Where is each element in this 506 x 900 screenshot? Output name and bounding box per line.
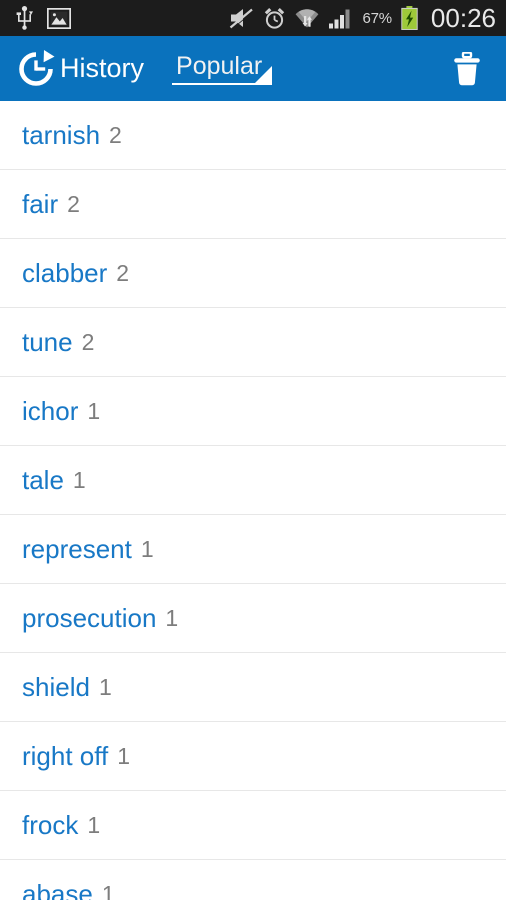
filter-spinner-popular[interactable]: Popular (172, 53, 273, 85)
list-item-count: 1 (101, 880, 115, 900)
history-list[interactable]: tarnish 2 fair 2 clabber 2 tune 2 ichor 1 tale 1 rep… (0, 101, 506, 900)
list-item-word: represent (22, 533, 132, 564)
list-item[interactable]: represent 1 (0, 515, 506, 584)
signal-bars-icon (329, 9, 350, 28)
list-item-word: tune (22, 326, 73, 357)
list-item-count: 1 (140, 535, 154, 562)
page-title: History (60, 53, 145, 83)
list-item-count: 2 (109, 121, 122, 148)
list-item-count: 2 (67, 190, 80, 217)
list-item-count: 2 (81, 328, 95, 355)
list-item[interactable]: tarnish 2 (0, 101, 506, 170)
list-item-word: right off (22, 740, 109, 771)
wifi-transfer-icon (296, 9, 319, 28)
list-item-word: ichor (22, 395, 79, 426)
list-item-word: fair (22, 188, 59, 219)
battery-charging-icon (401, 6, 418, 30)
screenshot-image-icon (47, 7, 71, 29)
list-item[interactable]: right off 1 (0, 722, 506, 791)
list-item[interactable]: tune 2 (0, 308, 506, 377)
history-restore-icon[interactable] (14, 47, 58, 91)
spinner-caret-icon (255, 65, 273, 83)
spinner-underline (172, 82, 273, 85)
status-bar-left-icons (16, 6, 71, 30)
status-bar-right-icons: 67% 00:26 (229, 5, 496, 31)
action-bar: History Popular (0, 36, 506, 101)
list-item[interactable]: abase 1 (0, 860, 506, 900)
alarm-icon (265, 7, 285, 29)
list-item-count: 1 (87, 811, 101, 838)
trash-icon (454, 51, 480, 85)
list-item[interactable]: clabber 2 (0, 239, 506, 308)
battery-percent-label: 67% (362, 9, 392, 27)
list-item[interactable]: tale 1 (0, 446, 506, 515)
list-item-word: clabber (22, 257, 108, 288)
list-item[interactable]: ichor 1 (0, 377, 506, 446)
list-item-word: abase (22, 878, 93, 900)
delete-all-button[interactable] (446, 46, 488, 92)
status-bar: 67% 00:26 (0, 0, 506, 36)
list-item[interactable]: prosecution 1 (0, 584, 506, 653)
list-item-count: 1 (72, 466, 86, 493)
list-item[interactable]: fair 2 (0, 170, 506, 239)
clock-label: 00:26 (430, 3, 496, 33)
mute-icon (230, 8, 255, 29)
list-item-word: tarnish (22, 119, 101, 150)
list-item[interactable]: frock 1 (0, 791, 506, 860)
app-screen: 67% 00:26 History Popular tarnish 2 fair… (0, 0, 506, 900)
list-item-count: 1 (98, 673, 112, 700)
list-item[interactable]: shield 1 (0, 653, 506, 722)
usb-icon (16, 6, 33, 30)
list-item-count: 1 (165, 604, 179, 631)
list-item-word: shield (22, 671, 90, 702)
list-item-word: tale (22, 464, 64, 495)
list-item-count: 1 (87, 397, 101, 424)
list-item-word: prosecution (22, 602, 157, 633)
list-item-word: frock (22, 809, 79, 840)
list-item-count: 1 (117, 742, 131, 769)
list-item-count: 2 (116, 259, 130, 286)
